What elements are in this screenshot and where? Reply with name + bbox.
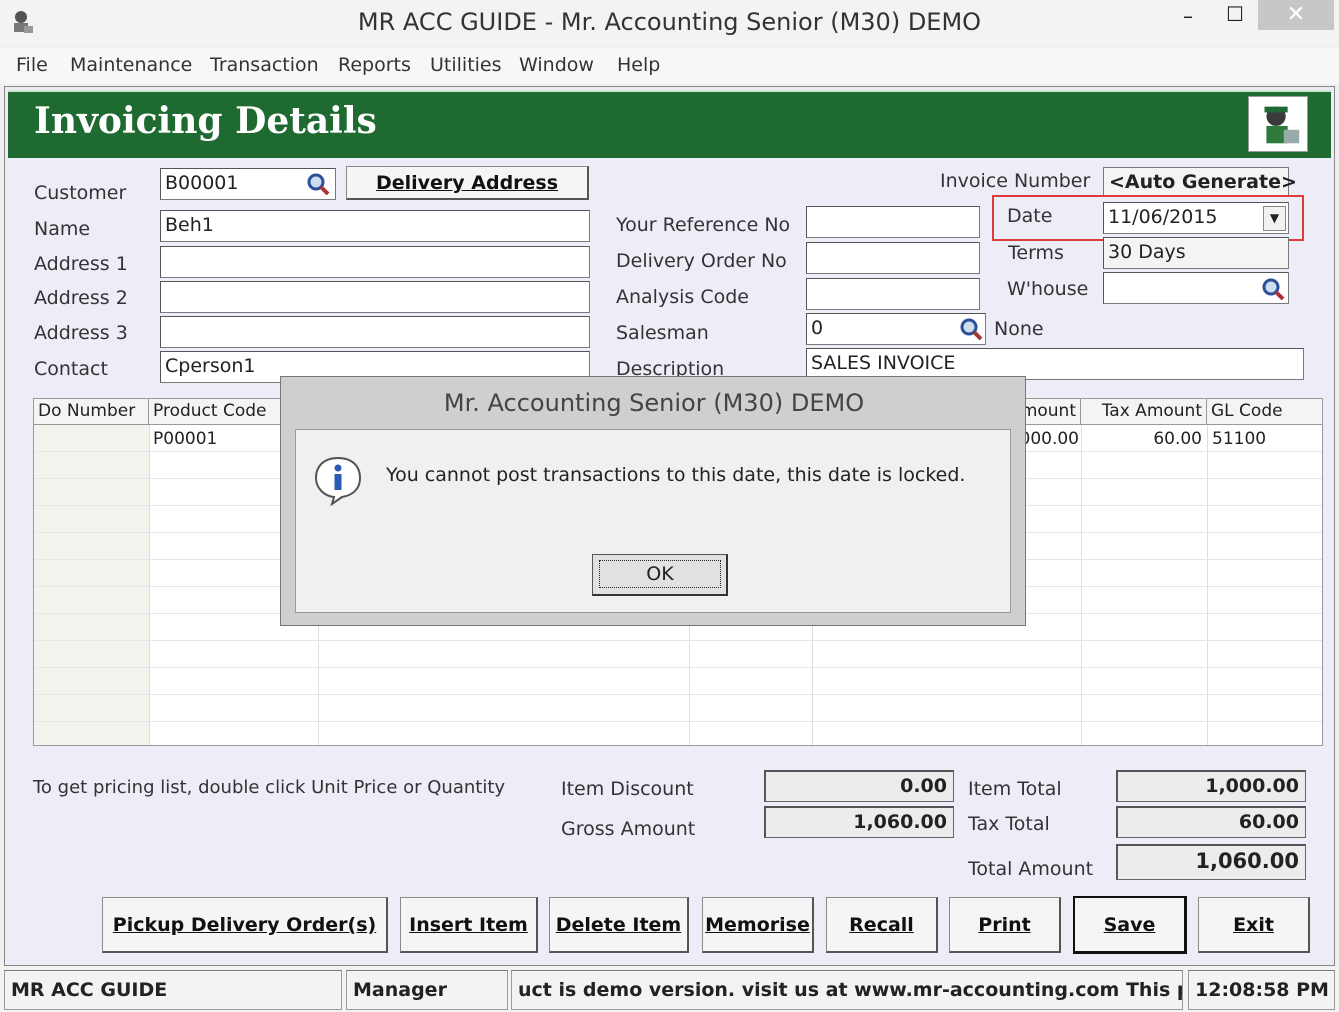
address1-field[interactable] — [160, 246, 590, 278]
total-amount-value: 1,060.00 — [1116, 844, 1306, 880]
menu-bar: File Maintenance Transaction Reports Uti… — [0, 48, 1339, 84]
name-label: Name — [34, 218, 91, 240]
gross-amount-value: 1,060.00 — [764, 806, 954, 838]
date-label: Date — [1007, 205, 1053, 227]
tax-total-label: Tax Total — [968, 813, 1050, 835]
menu-utilities[interactable]: Utilities — [430, 54, 502, 76]
status-message: uct is demo version. visit us at www.mr-… — [511, 970, 1183, 1010]
terms-field[interactable]: 30 Days — [1103, 237, 1289, 269]
menu-file[interactable]: File — [16, 54, 48, 76]
dialog-title: Mr. Accounting Senior (M30) DEMO — [443, 389, 865, 417]
cell-tax-amount[interactable]: 60.00 — [1084, 429, 1202, 449]
dialog-message: You cannot post transactions to this dat… — [386, 464, 966, 486]
insert-item-button[interactable]: Insert Item — [400, 897, 538, 953]
info-icon — [314, 456, 362, 506]
page-title: Invoicing Details — [34, 100, 377, 142]
close-button[interactable]: ✕ — [1258, 0, 1334, 30]
pickup-delivery-orders-button[interactable]: Pickup Delivery Order(s) — [102, 897, 388, 953]
window-title: MR ACC GUIDE - Mr. Accounting Senior (M3… — [357, 8, 982, 36]
salesman-name: None — [994, 318, 1044, 340]
delivery-address-button[interactable]: Delivery Address — [346, 166, 589, 200]
contact-label: Contact — [34, 358, 108, 380]
locked-date-dialog: Mr. Accounting Senior (M30) DEMO You can… — [280, 376, 1026, 626]
delivery-order-field[interactable] — [806, 242, 980, 274]
cell-product-code[interactable]: P00001 — [153, 429, 217, 449]
delivery-order-label: Delivery Order No — [616, 250, 787, 272]
terms-label: Terms — [1008, 242, 1064, 264]
invoice-number-label: Invoice Number — [940, 170, 1091, 192]
salesman-label: Salesman — [616, 322, 709, 344]
minimize-button[interactable]: – — [1165, 4, 1211, 36]
cell-amount[interactable]: 000.00 — [1019, 429, 1079, 449]
warehouse-label: W'house — [1007, 278, 1089, 300]
ok-button[interactable]: OK — [592, 554, 728, 596]
status-user: Manager — [346, 970, 508, 1010]
date-field[interactable]: 11/06/2015 — [1103, 202, 1289, 234]
dialog-body: You cannot post transactions to this dat… — [295, 429, 1011, 613]
analysis-code-field[interactable] — [806, 278, 980, 310]
menu-window[interactable]: Window — [519, 54, 594, 76]
tax-total-value: 60.00 — [1116, 806, 1306, 838]
save-button[interactable]: Save — [1073, 896, 1187, 954]
your-reference-field[interactable] — [806, 206, 980, 238]
menu-maintenance[interactable]: Maintenance — [70, 54, 192, 76]
recall-button[interactable]: Recall — [826, 897, 938, 953]
title-bar: MR ACC GUIDE - Mr. Accounting Senior (M3… — [0, 0, 1339, 46]
address1-label: Address 1 — [34, 253, 128, 275]
item-total-value: 1,000.00 — [1116, 770, 1306, 802]
menu-transaction[interactable]: Transaction — [210, 54, 319, 76]
pricing-hint: To get pricing list, double click Unit P… — [33, 777, 506, 798]
address3-label: Address 3 — [34, 322, 128, 344]
delete-item-button[interactable]: Delete Item — [549, 897, 689, 953]
status-bar: MR ACC GUIDE Manager uct is demo version… — [0, 966, 1339, 1012]
menu-help[interactable]: Help — [617, 54, 660, 76]
ok-button-label: OK — [599, 560, 721, 588]
column-gl-code[interactable]: GL Code — [1207, 399, 1322, 425]
maximize-button[interactable]: ☐ — [1212, 2, 1258, 34]
memorise-button[interactable]: Memorise — [702, 897, 814, 953]
cell-gl-code[interactable]: 51100 — [1212, 429, 1266, 449]
salesman-lookup-magnifier-icon[interactable] — [958, 316, 984, 342]
column-tax-amount[interactable]: Tax Amount — [1081, 399, 1207, 425]
exit-button[interactable]: Exit — [1198, 897, 1310, 953]
accountant-logo-icon — [1248, 96, 1308, 152]
address2-label: Address 2 — [34, 287, 128, 309]
analysis-code-label: Analysis Code — [616, 286, 749, 308]
gross-amount-label: Gross Amount — [561, 818, 696, 840]
your-reference-label: Your Reference No — [616, 214, 791, 236]
status-time: 12:08:58 PM — [1188, 970, 1335, 1010]
warehouse-lookup-magnifier-icon[interactable] — [1260, 276, 1286, 302]
status-company: MR ACC GUIDE — [4, 970, 342, 1010]
menu-reports[interactable]: Reports — [338, 54, 411, 76]
invoice-number-field: <Auto Generate> — [1103, 167, 1297, 197]
item-discount-value: 0.00 — [764, 770, 954, 802]
address3-field[interactable] — [160, 316, 590, 348]
item-total-label: Item Total — [968, 778, 1062, 800]
column-do-number[interactable]: Do Number — [34, 399, 149, 425]
name-field[interactable]: Beh1 — [160, 210, 590, 242]
item-discount-label: Item Discount — [561, 778, 694, 800]
address2-field[interactable] — [160, 281, 590, 313]
date-dropdown-chevron-down-icon[interactable]: ▼ — [1263, 206, 1286, 231]
total-amount-label: Total Amount — [968, 858, 1094, 880]
customer-lookup-magnifier-icon[interactable] — [305, 171, 331, 197]
print-button[interactable]: Print — [949, 897, 1061, 953]
customer-label: Customer — [34, 182, 127, 204]
